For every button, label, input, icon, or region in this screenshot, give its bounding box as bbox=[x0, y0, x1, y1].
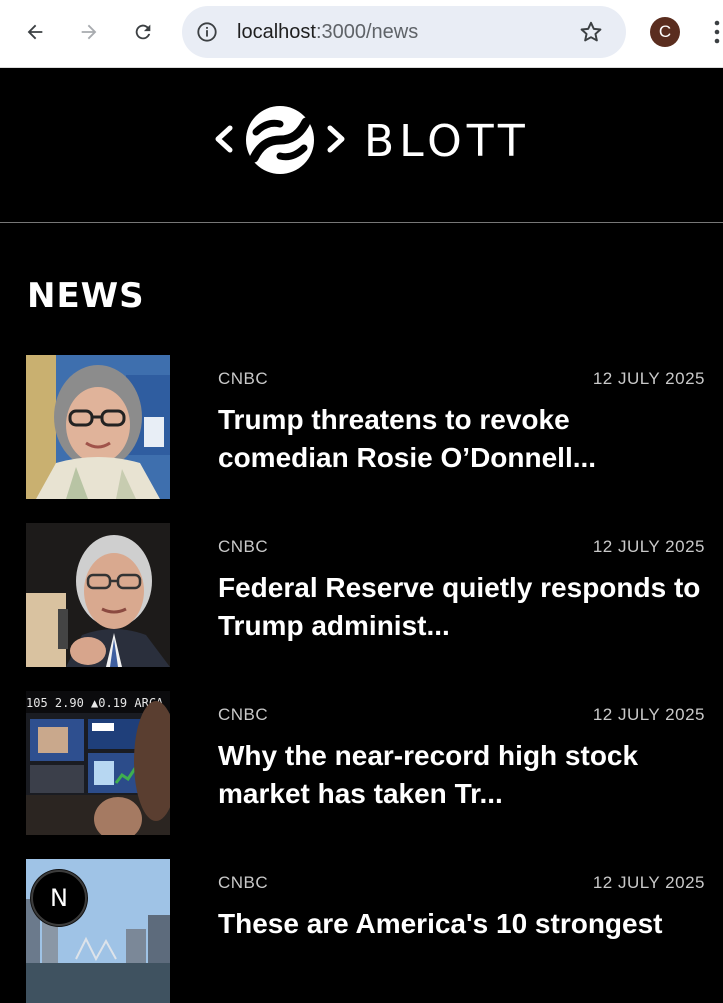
url-text[interactable]: localhost:3000/news bbox=[237, 19, 418, 45]
blott-logo[interactable]: BLOTT bbox=[214, 102, 525, 182]
news-source: CNBC bbox=[218, 705, 269, 724]
news-source: CNBC bbox=[218, 873, 269, 892]
news-item[interactable]: 105 2.90 ▲0.19 ARCA CNBC 12 JULY 2025 Wh… bbox=[26, 691, 723, 835]
address-bar[interactable]: localhost:3000/news bbox=[182, 6, 626, 58]
bookmark-star-icon[interactable] bbox=[578, 19, 604, 45]
news-date: 12 JULY 2025 bbox=[592, 537, 705, 556]
logo-mark-icon bbox=[215, 106, 345, 174]
url-path: :3000/news bbox=[315, 21, 419, 43]
arrow-left-icon bbox=[27, 24, 43, 40]
news-thumbnail[interactable]: 105 2.90 ▲0.19 ARCA bbox=[26, 691, 170, 835]
portrait-image bbox=[26, 523, 170, 667]
news-headline[interactable]: These are America's 10 strongest bbox=[218, 905, 708, 943]
forward-button[interactable] bbox=[71, 14, 107, 50]
arrow-right-icon bbox=[81, 24, 97, 40]
nextjs-dev-indicator-button[interactable]: N bbox=[31, 870, 87, 926]
news-headline[interactable]: Federal Reserve quietly responds to Trum… bbox=[218, 569, 708, 645]
news-source: CNBC bbox=[218, 369, 269, 388]
news-date: 12 JULY 2025 bbox=[592, 369, 705, 388]
news-item[interactable]: CNBC 12 JULY 2025 These are America's 10… bbox=[26, 859, 723, 1003]
logo-wordmark: BLOTT bbox=[364, 116, 530, 167]
browser-toolbar: localhost:3000/news C bbox=[0, 0, 723, 68]
profile-avatar[interactable]: C bbox=[650, 17, 680, 47]
page-title: NEWS bbox=[27, 276, 145, 316]
news-headline[interactable]: Trump threatens to revoke comedian Rosie… bbox=[218, 401, 708, 477]
nextjs-logo-icon: N bbox=[50, 884, 68, 912]
back-button[interactable] bbox=[17, 14, 53, 50]
reload-button[interactable] bbox=[125, 14, 161, 50]
ticker-text: 105 2.90 ▲0.19 ARCA bbox=[26, 696, 164, 710]
trading-floor-image: 105 2.90 ▲0.19 ARCA bbox=[26, 691, 170, 835]
info-icon[interactable] bbox=[196, 21, 218, 43]
news-item[interactable]: CNBC 12 JULY 2025 Trump threatens to rev… bbox=[26, 355, 723, 499]
news-thumbnail[interactable] bbox=[26, 355, 170, 499]
news-item[interactable]: CNBC 12 JULY 2025 Federal Reserve quietl… bbox=[26, 523, 723, 667]
url-host: localhost bbox=[237, 21, 316, 43]
site-header: BLOTT bbox=[0, 68, 723, 223]
news-date: 12 JULY 2025 bbox=[592, 873, 705, 892]
news-headline[interactable]: Why the near-record high stock market ha… bbox=[218, 737, 708, 813]
reload-icon bbox=[135, 24, 151, 40]
news-date: 12 JULY 2025 bbox=[592, 705, 705, 724]
news-source: CNBC bbox=[218, 537, 269, 556]
news-thumbnail[interactable] bbox=[26, 523, 170, 667]
portrait-image bbox=[26, 355, 170, 499]
more-menu-icon[interactable] bbox=[708, 18, 722, 46]
